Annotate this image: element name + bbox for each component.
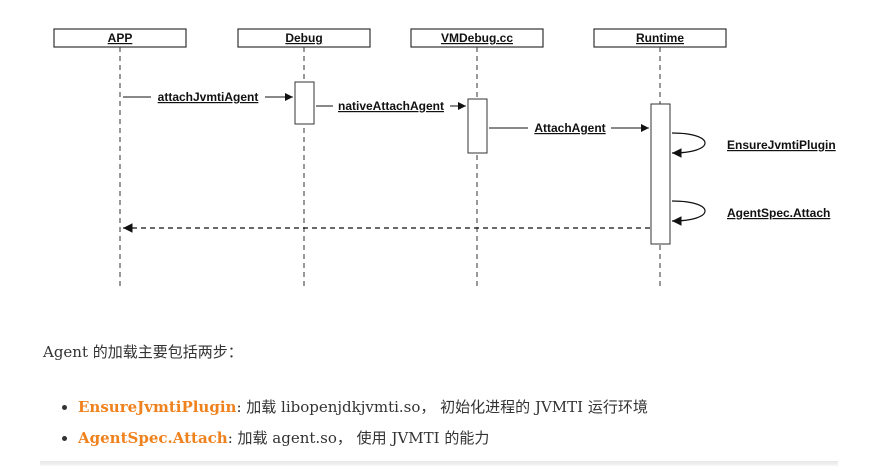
steps-list: EnsureJvmtiPlugin: 加载 libopenjdkjvmti.so… — [48, 392, 648, 454]
message-native-attach-agent: nativeAttachAgent — [316, 99, 466, 113]
list-item: AgentSpec.Attach: 加载 agent.so， 使用 JVMTI … — [78, 423, 648, 454]
message-label: nativeAttachAgent — [338, 99, 444, 113]
self-message-ensure-jvmti-plugin: EnsureJvmtiPlugin — [671, 132, 836, 158]
intro-text: Agent 的加载主要包括两步： — [43, 343, 243, 361]
message-label: AgentSpec.Attach — [727, 206, 830, 220]
self-message-agentspec-attach: AgentSpec.Attach — [671, 200, 830, 226]
step-text: : 加载 libopenjdkjvmti.so， 初始化进程的 JVMTI 运行… — [236, 398, 648, 416]
sequence-diagram: APP Debug VMDebug.cc Runtime attachJvmti… — [53, 28, 836, 288]
participant-app: APP — [53, 28, 187, 48]
activation-runtime — [650, 103, 671, 245]
step-keyword: AgentSpec.Attach — [78, 429, 228, 447]
message-label: EnsureJvmtiPlugin — [727, 138, 836, 152]
message-label: AttachAgent — [534, 121, 605, 135]
participant-app-label: APP — [108, 31, 133, 45]
message-attach-jvmti-agent: attachJvmtiAgent — [123, 90, 293, 104]
message-attach-agent: AttachAgent — [489, 121, 649, 135]
divider — [40, 461, 838, 466]
step-text: : 加载 agent.so， 使用 JVMTI 的能力 — [227, 429, 490, 447]
participant-debug-label: Debug — [285, 31, 322, 45]
activation-debug — [294, 81, 315, 125]
participant-runtime: Runtime — [593, 28, 727, 48]
activation-vmdebug — [467, 98, 488, 154]
list-item: EnsureJvmtiPlugin: 加载 libopenjdkjvmti.so… — [78, 392, 648, 423]
participant-vmdebug-label: VMDebug.cc — [441, 31, 513, 45]
participant-debug: Debug — [237, 28, 371, 48]
step-keyword: EnsureJvmtiPlugin — [78, 398, 237, 416]
participant-runtime-label: Runtime — [636, 31, 684, 45]
participant-vmdebug: VMDebug.cc — [410, 28, 544, 48]
message-label: attachJvmtiAgent — [158, 90, 259, 104]
